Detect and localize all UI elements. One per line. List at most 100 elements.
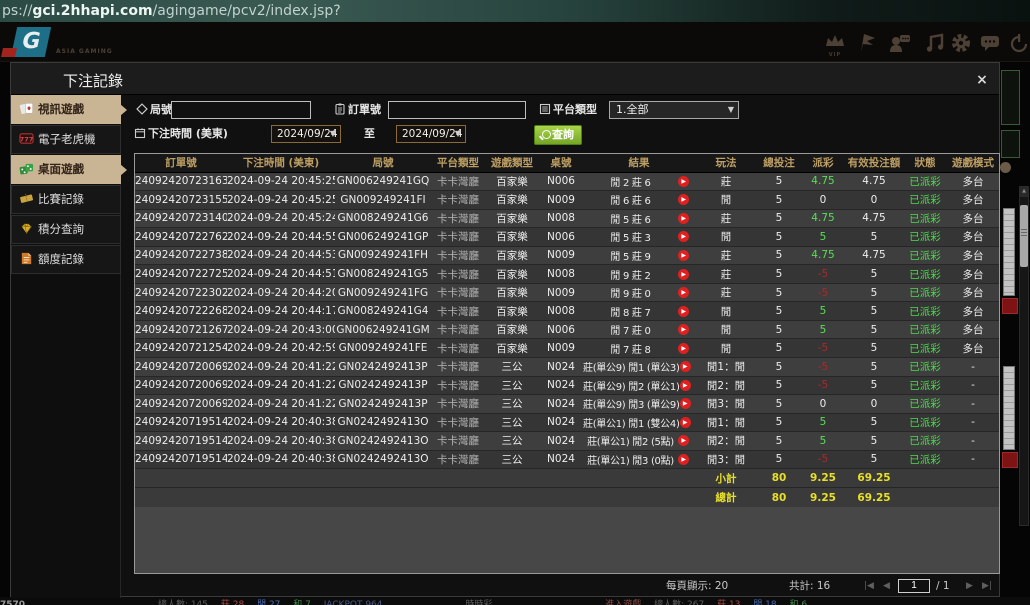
cell-round: GN006249241GP bbox=[335, 228, 431, 247]
sidebar-item-slots[interactable]: 777電子老虎機 bbox=[11, 125, 121, 154]
round-number-input[interactable] bbox=[171, 101, 311, 119]
cell-play: 閒 bbox=[695, 339, 757, 358]
play-video-icon[interactable]: ▶ bbox=[678, 269, 689, 280]
last-page-icon[interactable]: ▶| bbox=[982, 577, 992, 595]
cell-valid: 5 bbox=[845, 283, 903, 302]
cell-valid: 0 bbox=[845, 191, 903, 210]
column-header: 遊戲模式 bbox=[947, 154, 999, 172]
clipboard-icon bbox=[334, 103, 346, 115]
cell-table_no: N008 bbox=[539, 209, 583, 228]
cell-valid: 5 bbox=[845, 432, 903, 451]
cell-time: 2024-09-24 20:44:55 bbox=[227, 228, 335, 247]
play-video-icon[interactable]: ▶ bbox=[678, 287, 689, 298]
cell-payout: -5 bbox=[801, 450, 845, 469]
cell-status: 已派彩 bbox=[903, 320, 947, 339]
sidebar-item-match-records[interactable]: 比賽記錄 bbox=[11, 185, 121, 214]
cell-valid: 4.75 bbox=[845, 172, 903, 191]
cell-table_no: N009 bbox=[539, 246, 583, 265]
table-header-row: 訂單號下注時間 (美東)局號平台類型遊戲類型桌號結果玩法總投注派彩有效投注額狀態… bbox=[135, 154, 999, 172]
play-video-icon[interactable]: ▶ bbox=[678, 250, 689, 261]
power-icon[interactable] bbox=[1008, 32, 1030, 54]
bg-panel-fragment bbox=[1001, 70, 1020, 125]
column-header: 下注時間 (美東) bbox=[227, 154, 335, 172]
play-video-icon[interactable]: ▶ bbox=[680, 361, 691, 372]
cell-round: GN008249241G4 bbox=[335, 302, 431, 321]
browser-address-bar[interactable]: ps://gci.2hhapi.com/agingame/pcv2/index.… bbox=[0, 0, 1030, 22]
cell-round: GN009249241FI bbox=[335, 191, 431, 210]
prev-page-icon[interactable]: ◀ bbox=[883, 577, 890, 595]
cell-payout: -5 bbox=[801, 265, 845, 284]
cell-time: 2024-09-24 20:40:38 bbox=[227, 432, 335, 451]
bg-download-button bbox=[1002, 298, 1018, 314]
bg-slider-knob bbox=[1000, 162, 1011, 173]
page-number-input[interactable] bbox=[898, 579, 930, 593]
play-video-icon[interactable]: ▶ bbox=[678, 454, 689, 465]
cell-table_no: N009 bbox=[539, 191, 583, 210]
search-button[interactable]: 查詢 bbox=[534, 125, 582, 145]
sidebar-item-label: 桌面遊戲 bbox=[38, 162, 84, 176]
table-row: 2409242072125452024-09-24 20:42:59GN0092… bbox=[135, 339, 999, 358]
sidebar-item-points-query[interactable]: 積分查詢 bbox=[11, 215, 121, 244]
sidebar-item-label: 積分查詢 bbox=[38, 222, 84, 236]
flag-icon[interactable] bbox=[857, 32, 879, 54]
play-video-icon[interactable]: ▶ bbox=[680, 380, 691, 391]
date-from-picker[interactable]: 2024/09/24▼ bbox=[271, 125, 341, 143]
to-label: 至 bbox=[364, 125, 375, 143]
vip-label: VIP bbox=[824, 52, 846, 58]
total-bet: 80 bbox=[757, 488, 801, 507]
date-from-value: 2024/09/24 bbox=[277, 128, 338, 140]
play-video-icon[interactable]: ▶ bbox=[678, 324, 689, 335]
table-row: 2409242072314072024-09-24 20:45:24GN0082… bbox=[135, 209, 999, 228]
cell-game: 三公 bbox=[485, 432, 539, 451]
cell-valid: 5 bbox=[845, 413, 903, 432]
sidebar-item-video-games[interactable]: 視訊遊戲 bbox=[11, 95, 121, 124]
cell-round: GN006249241GM bbox=[335, 320, 431, 339]
play-video-icon[interactable]: ▶ bbox=[678, 194, 689, 205]
bg-scrollbar-up-icon: ▲ bbox=[1019, 186, 1029, 196]
cell-bet: 5 bbox=[757, 246, 801, 265]
column-header: 總投注 bbox=[757, 154, 801, 172]
play-video-icon[interactable]: ▶ bbox=[678, 435, 689, 446]
url-prefix: ps:// bbox=[2, 3, 32, 19]
platform-type-select[interactable]: 1.全部▼ bbox=[609, 101, 739, 119]
svg-text:777: 777 bbox=[20, 135, 34, 143]
vip-icon[interactable]: VIP bbox=[824, 32, 846, 54]
table-row: 2409242072272582024-09-24 20:44:51GN0082… bbox=[135, 265, 999, 284]
settings-gear-icon[interactable] bbox=[950, 32, 972, 54]
play-video-icon[interactable]: ▶ bbox=[678, 176, 689, 187]
platform-type-value: 1.全部 bbox=[616, 103, 649, 116]
play-video-icon[interactable]: ▶ bbox=[678, 231, 689, 242]
support-chat-icon[interactable] bbox=[889, 32, 911, 54]
cell-play: 閒 bbox=[695, 191, 757, 210]
result-text: 莊(單公9) 閒2 (單公1) bbox=[583, 378, 680, 393]
sidebar-item-quota-records[interactable]: 額度記錄 bbox=[11, 245, 121, 274]
close-icon[interactable]: × bbox=[973, 71, 991, 89]
cell-bet: 5 bbox=[757, 357, 801, 376]
cell-play: 閒1：閒 bbox=[695, 357, 757, 376]
play-video-icon[interactable]: ▶ bbox=[680, 398, 691, 409]
first-page-icon[interactable]: |◀ bbox=[864, 577, 874, 595]
cell-time: 2024-09-24 20:44:17 bbox=[227, 302, 335, 321]
play-video-icon[interactable]: ▶ bbox=[680, 417, 691, 428]
cell-payout: -5 bbox=[801, 376, 845, 395]
sidebar-item-table-games[interactable]: 桌面遊戲 bbox=[11, 155, 121, 184]
table-row: 2409242071951462024-09-24 20:40:38GN0242… bbox=[135, 432, 999, 451]
play-video-icon[interactable]: ▶ bbox=[678, 213, 689, 224]
cell-play: 閒 bbox=[695, 228, 757, 247]
bg-download-button bbox=[1002, 452, 1018, 468]
play-video-icon[interactable]: ▶ bbox=[678, 343, 689, 354]
cell-table_no: N024 bbox=[539, 432, 583, 451]
cell-bet: 5 bbox=[757, 302, 801, 321]
next-page-icon[interactable]: ▶ bbox=[966, 577, 973, 595]
play-video-icon[interactable]: ▶ bbox=[678, 306, 689, 317]
music-icon[interactable] bbox=[924, 32, 946, 54]
modal-titlebar: 下注記錄 × bbox=[11, 63, 999, 95]
cell-table_no: N006 bbox=[539, 172, 583, 191]
date-to-picker[interactable]: 2024/09/24▼ bbox=[396, 125, 466, 143]
cell-mode: 多台 bbox=[947, 246, 999, 265]
search-button-label: 查詢 bbox=[552, 128, 574, 141]
order-number-input[interactable] bbox=[388, 101, 526, 119]
cell-round: GN009249241FG bbox=[335, 283, 431, 302]
chat-bubble-icon[interactable] bbox=[979, 32, 1001, 54]
cell-payout: 0 bbox=[801, 395, 845, 414]
